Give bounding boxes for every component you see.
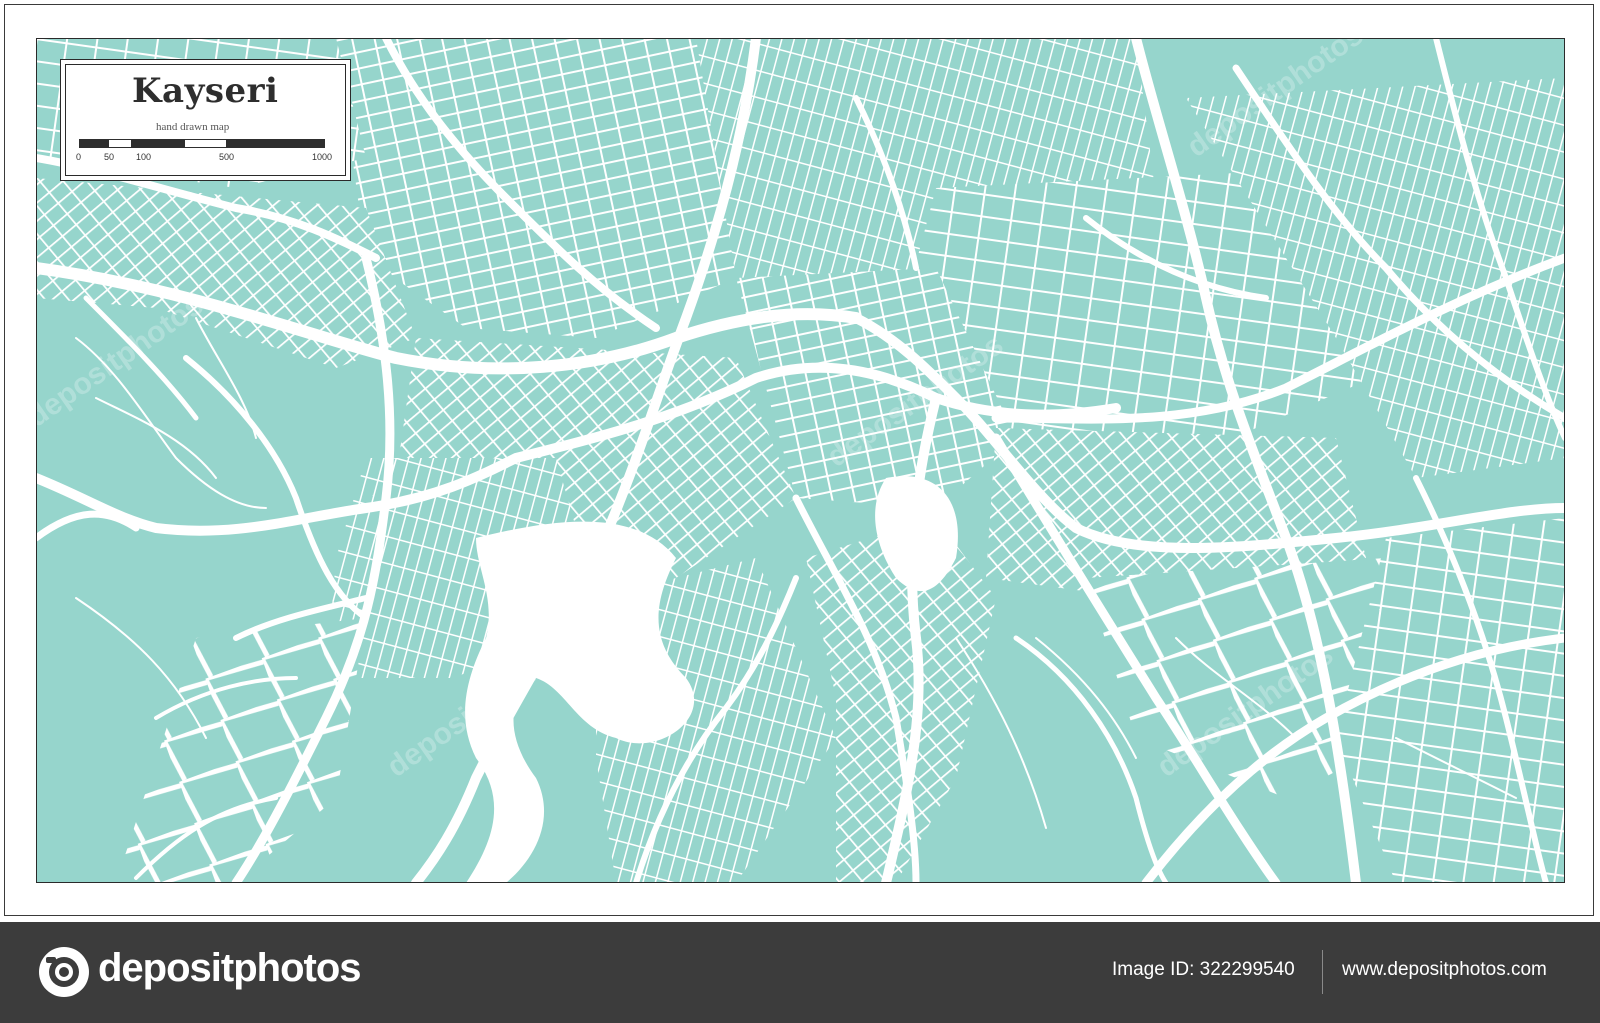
scale-labels: 0 50 100 500 1000 <box>66 152 336 164</box>
scale-label: 0 <box>76 152 82 162</box>
scale-label: 500 <box>219 152 235 162</box>
scale-label: 100 <box>136 152 152 162</box>
camera-aperture-icon <box>39 947 89 997</box>
watermark-bar: depositphotos Image ID: 322299540 www.de… <box>0 922 1600 1023</box>
image-id: Image ID: 322299540 <box>1112 959 1295 980</box>
divider <box>1322 950 1323 994</box>
brand-name: depositphotos <box>98 946 362 990</box>
map-title: Kayseri <box>132 71 279 111</box>
map-poster: depositphotos depositphotos depositphoto… <box>0 0 1600 922</box>
scale-bar <box>79 139 325 148</box>
map-subtitle: hand drawn map <box>156 121 230 133</box>
legend-inner-frame: Kayseri hand drawn map 0 50 100 500 1000 <box>65 64 346 176</box>
scale-label: 1000 <box>312 152 333 162</box>
legend-box: Kayseri hand drawn map 0 50 100 500 1000 <box>60 59 351 181</box>
scale-label: 50 <box>104 152 115 162</box>
site-url[interactable]: www.depositphotos.com <box>1342 959 1547 981</box>
